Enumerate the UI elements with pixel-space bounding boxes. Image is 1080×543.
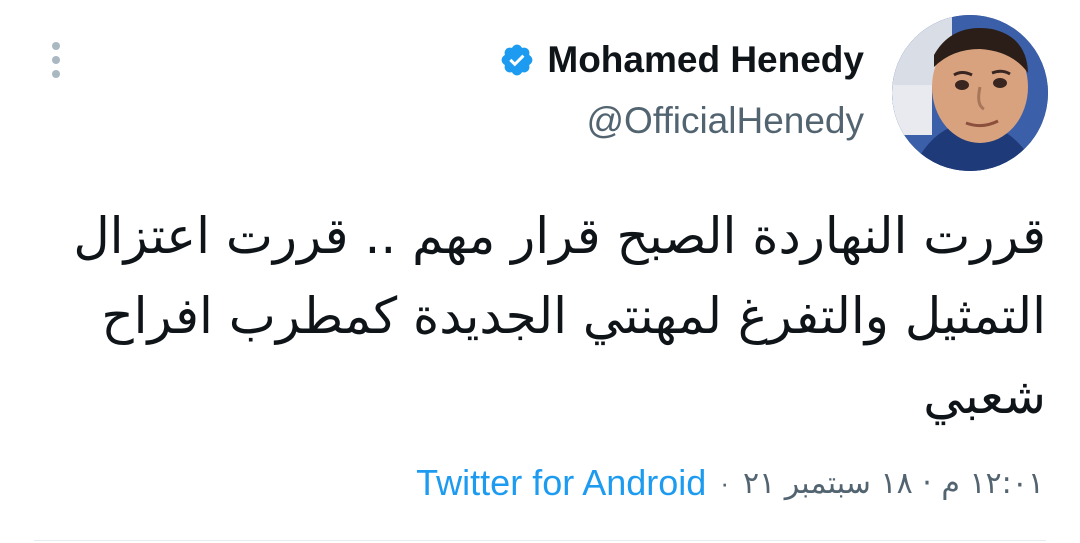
avatar[interactable] xyxy=(892,15,1048,171)
tweet-card: Mohamed Henedy @OfficialHenedy قررت النه… xyxy=(0,0,1080,543)
tweet-timestamp[interactable]: ١٢:٠١ م · ١٨ سبتمبر ٢١ xyxy=(743,466,1044,501)
menu-dot xyxy=(52,42,60,50)
avatar-image xyxy=(892,15,1048,171)
meta-separator: · xyxy=(720,467,729,498)
display-name[interactable]: Mohamed Henedy xyxy=(547,39,864,81)
name-row: Mohamed Henedy xyxy=(499,34,864,86)
divider xyxy=(34,540,1046,541)
tweet-source-link[interactable]: Twitter for Android xyxy=(416,462,706,504)
user-handle[interactable]: @OfficialHenedy xyxy=(499,100,865,142)
tweet-meta: Twitter for Android · ١٢:٠١ م · ١٨ سبتمب… xyxy=(416,462,1044,504)
tweet-author: Mohamed Henedy @OfficialHenedy xyxy=(499,34,864,142)
more-options-icon[interactable] xyxy=(38,38,74,82)
tweet-text: قررت النهاردة الصبح قرار مهم .. قررت اعت… xyxy=(73,207,1046,425)
menu-dot xyxy=(52,70,60,78)
verified-badge-icon xyxy=(502,44,533,76)
menu-dot xyxy=(52,56,60,64)
